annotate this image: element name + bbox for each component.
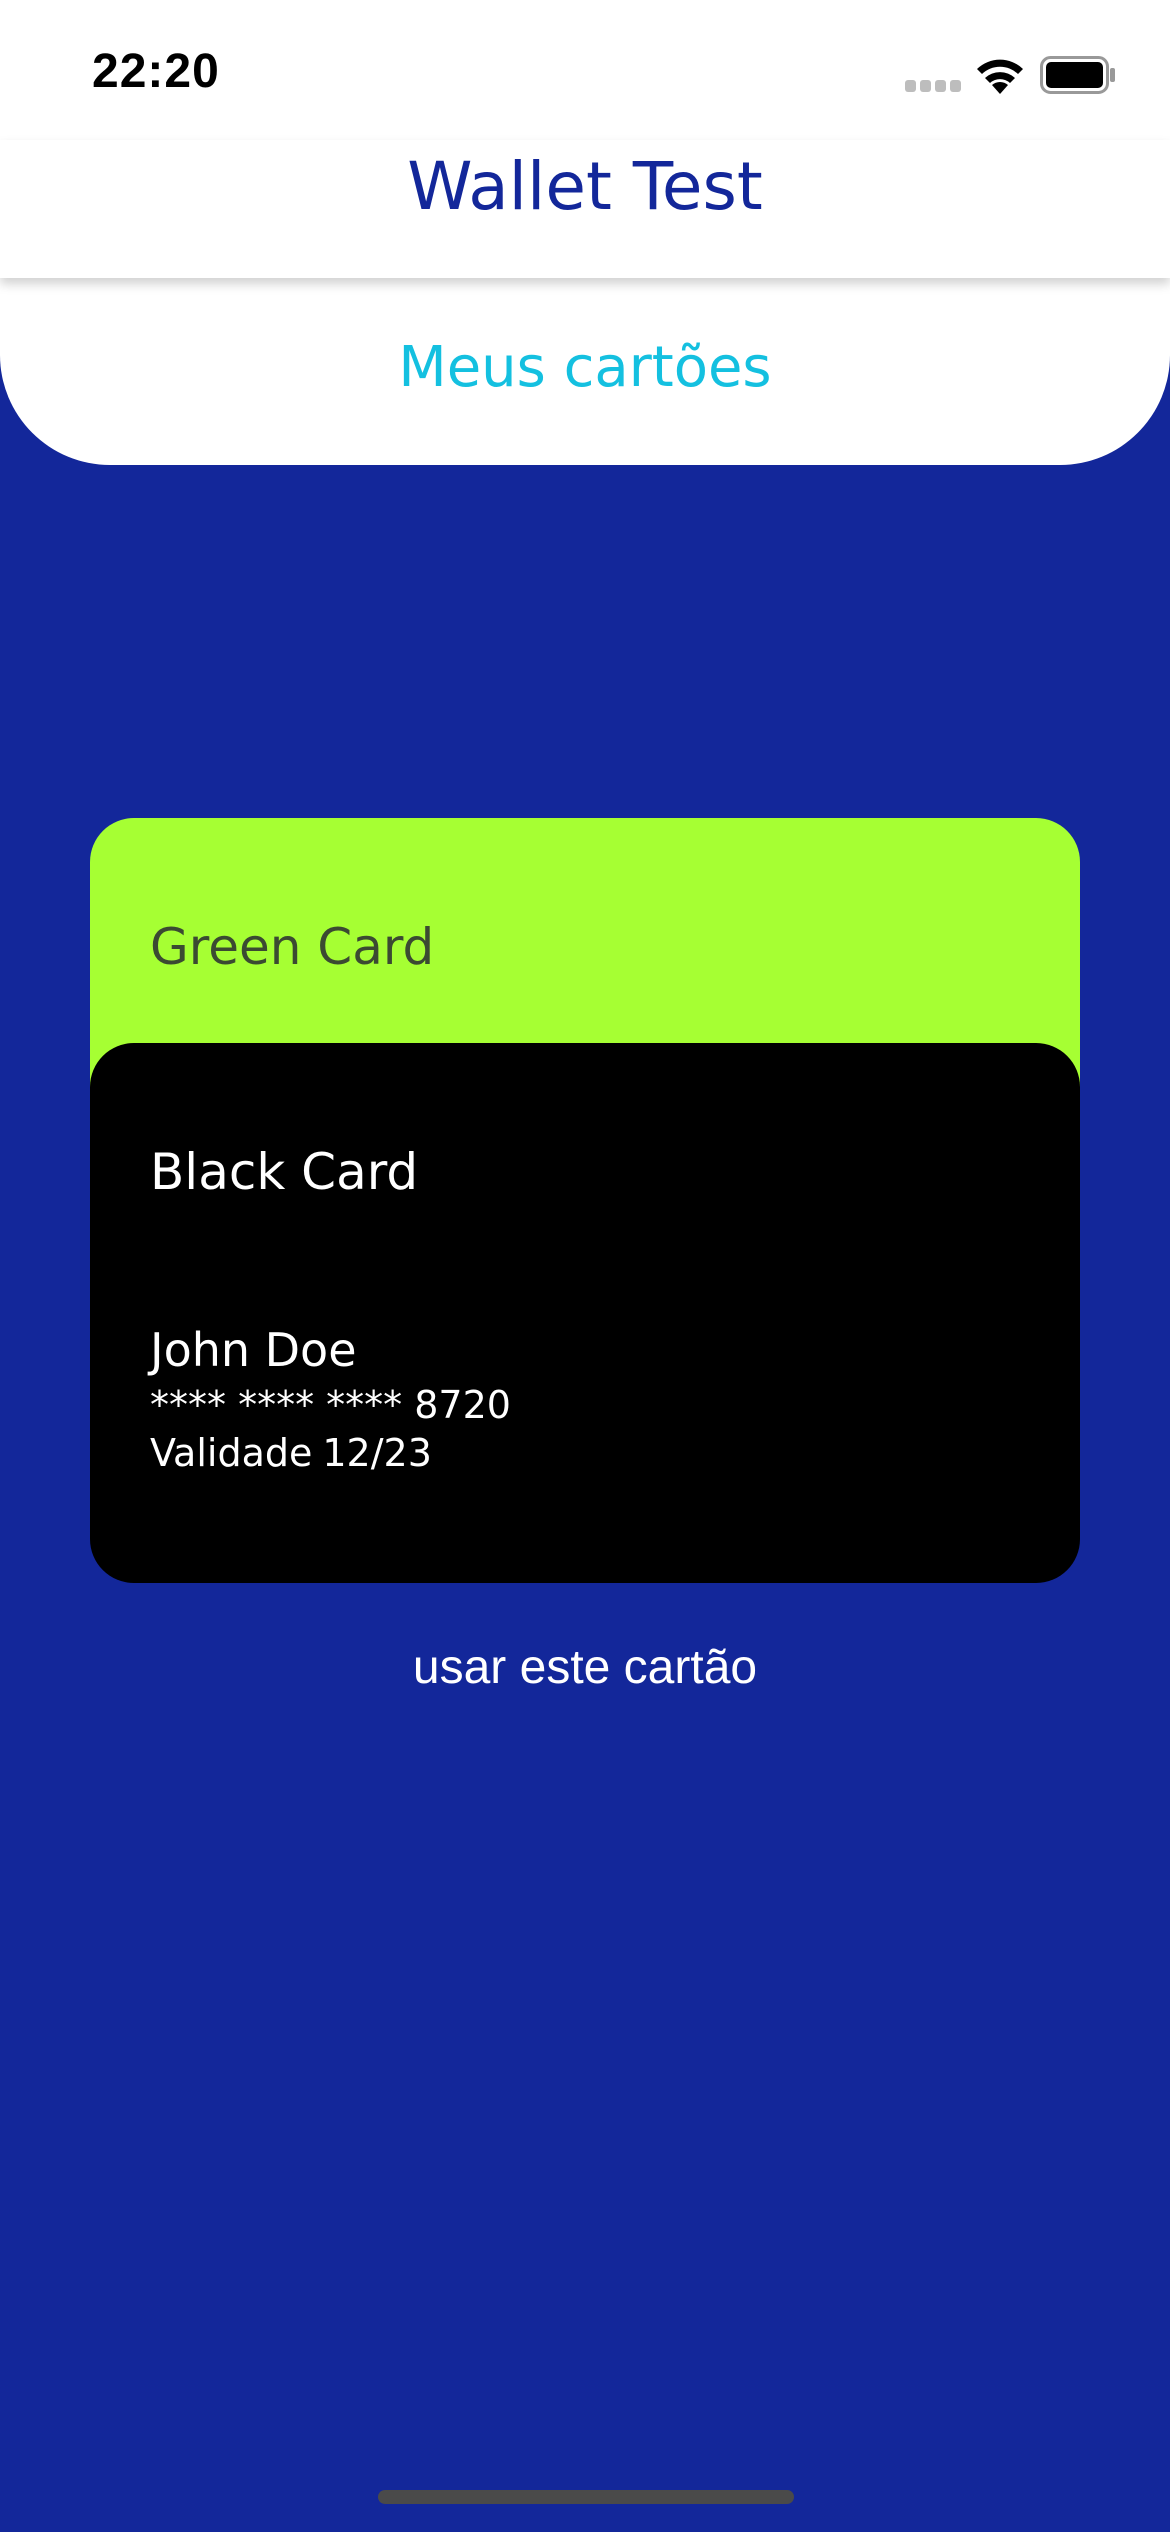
card-holder-name: John Doe (150, 1323, 357, 1377)
validity-value: 12/23 (322, 1431, 432, 1475)
status-bar: 22:20 (0, 0, 1170, 140)
status-time: 22:20 (92, 45, 220, 98)
section-title: Meus cartões (398, 335, 772, 400)
card-name: Black Card (150, 1143, 419, 1201)
battery-icon (1040, 56, 1115, 94)
wifi-icon (977, 59, 1023, 94)
validity-label: Validade (150, 1431, 313, 1475)
card-number: **** **** **** 8720 (150, 1383, 511, 1427)
home-indicator[interactable] (378, 2490, 794, 2504)
page-title: Wallet Test (407, 148, 763, 225)
navigation-bar: Wallet Test (0, 140, 1170, 278)
cellular-signal-icon (905, 80, 961, 92)
use-card-button[interactable]: usar este cartão (0, 1640, 1170, 1695)
card-validity: Validade 12/23 (150, 1431, 432, 1475)
card-name: Green Card (150, 918, 435, 976)
card-black[interactable]: Black Card John Doe **** **** **** 8720 … (90, 1043, 1080, 1583)
